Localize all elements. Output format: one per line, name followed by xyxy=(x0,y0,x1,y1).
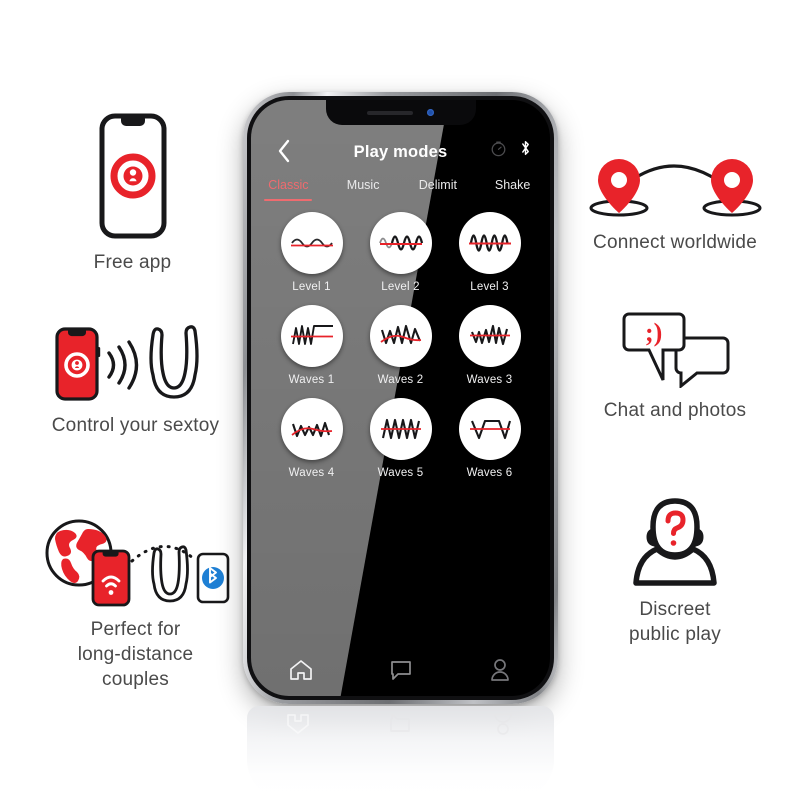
reflected-chat-icon xyxy=(349,712,451,736)
mode-item[interactable]: Waves 1 xyxy=(267,305,356,386)
wink-emoticon: ;) xyxy=(645,318,662,347)
mode-label: Level 2 xyxy=(381,281,420,293)
feature-caption: Control your sextoy xyxy=(51,415,220,436)
mode-item[interactable]: Waves 3 xyxy=(445,305,534,386)
earpiece-speaker xyxy=(367,110,413,115)
mode-label: Waves 3 xyxy=(466,374,513,386)
feature-connect-worldwide: Connect worldwide xyxy=(565,145,785,255)
person-icon xyxy=(491,659,510,681)
bluetooth-icon[interactable] xyxy=(519,139,532,162)
home-icon xyxy=(289,660,312,680)
feature-caption: Discreet public play xyxy=(629,599,721,645)
play-modes-grid: Level 1 Level 2 Level 3 Waves 1 Waves 2 … xyxy=(251,212,550,479)
mode-label: Level 3 xyxy=(470,281,509,293)
phone-frame: Play modes Classic Music Delimit Shake L… xyxy=(243,92,558,704)
waveform-sawtooth-icon xyxy=(369,398,432,460)
phone-reflection xyxy=(247,706,554,800)
front-camera-icon xyxy=(427,109,434,116)
phone-signal-toy-icon xyxy=(41,325,231,403)
mode-item[interactable]: Waves 6 xyxy=(445,398,534,479)
tab-classic[interactable]: Classic xyxy=(251,178,326,201)
mode-label: Waves 4 xyxy=(288,467,335,479)
mode-label: Waves 2 xyxy=(377,374,424,386)
feature-caption: Connect worldwide xyxy=(593,232,757,253)
mode-label: Level 1 xyxy=(292,281,331,293)
phone-with-app-logo-icon xyxy=(98,112,168,240)
feature-caption: Free app xyxy=(93,252,172,273)
phone-mockup: Play modes Classic Music Delimit Shake L… xyxy=(243,92,558,712)
mode-tabs: Classic Music Delimit Shake xyxy=(251,178,550,201)
feature-chat-photos: ;) Chat and photos xyxy=(575,310,775,423)
mode-item[interactable]: Waves 2 xyxy=(356,305,445,386)
mode-item[interactable]: Level 1 xyxy=(267,212,356,293)
reflected-home-icon xyxy=(247,712,349,736)
bottom-tab-profile[interactable] xyxy=(450,658,550,682)
feature-caption: Chat and photos xyxy=(603,400,747,421)
timer-icon[interactable] xyxy=(490,140,507,162)
phone-bezel: Play modes Classic Music Delimit Shake L… xyxy=(247,96,554,700)
mode-label: Waves 1 xyxy=(288,374,335,386)
mode-label: Waves 5 xyxy=(377,467,424,479)
tab-delimit[interactable]: Delimit xyxy=(401,178,476,201)
chevron-left-icon xyxy=(278,139,290,163)
navbar-actions xyxy=(490,139,532,162)
tab-shake[interactable]: Shake xyxy=(475,178,550,201)
waveform-zigzag-descend-icon xyxy=(369,305,432,367)
back-button[interactable] xyxy=(273,136,295,166)
bottom-tab-bar xyxy=(251,658,550,682)
phone-screen: Play modes Classic Music Delimit Shake L… xyxy=(251,100,550,696)
feature-free-app: Free app xyxy=(35,112,230,275)
waveform-zigzag-plateau-icon xyxy=(280,305,343,367)
feature-caption: Perfect for long-distance couples xyxy=(77,619,194,690)
mode-item[interactable]: Waves 5 xyxy=(356,398,445,479)
reflected-profile-icon xyxy=(452,712,554,736)
app-navbar: Play modes xyxy=(251,132,550,172)
bottom-tab-chat[interactable] xyxy=(351,658,451,682)
person-question-mark-icon xyxy=(620,495,730,587)
reflected-tab-icons xyxy=(247,712,554,736)
waveform-zigzag-small-icon xyxy=(280,398,343,460)
mode-item[interactable]: Waves 4 xyxy=(267,398,356,479)
speech-bubbles-wink-icon: ;) xyxy=(619,310,731,388)
waveform-v-plateau-icon xyxy=(458,398,521,460)
chat-bubble-icon xyxy=(390,661,411,680)
mode-item[interactable]: Level 2 xyxy=(356,212,445,293)
tab-music[interactable]: Music xyxy=(326,178,401,201)
mode-label: Waves 6 xyxy=(466,467,513,479)
mode-item[interactable]: Level 3 xyxy=(445,212,534,293)
waveform-zigzag-mixed-icon xyxy=(458,305,521,367)
waveform-sine-low-icon xyxy=(280,212,343,274)
phone-notch xyxy=(325,100,476,125)
waveform-sine-mid-icon xyxy=(369,212,432,274)
two-map-pins-arc-icon xyxy=(583,145,768,220)
globe-phone-toy-bluetooth-icon xyxy=(36,515,236,607)
feature-discreet-play: Discreet public play xyxy=(575,495,775,647)
feature-control-sextoy: Control your sextoy xyxy=(18,325,253,438)
bottom-tab-home[interactable] xyxy=(251,658,351,682)
feature-long-distance: Perfect for long-distance couples xyxy=(18,515,253,692)
waveform-sine-high-icon xyxy=(458,212,521,274)
promo-page: Free app Control your sextoy Perfect for… xyxy=(0,0,800,800)
